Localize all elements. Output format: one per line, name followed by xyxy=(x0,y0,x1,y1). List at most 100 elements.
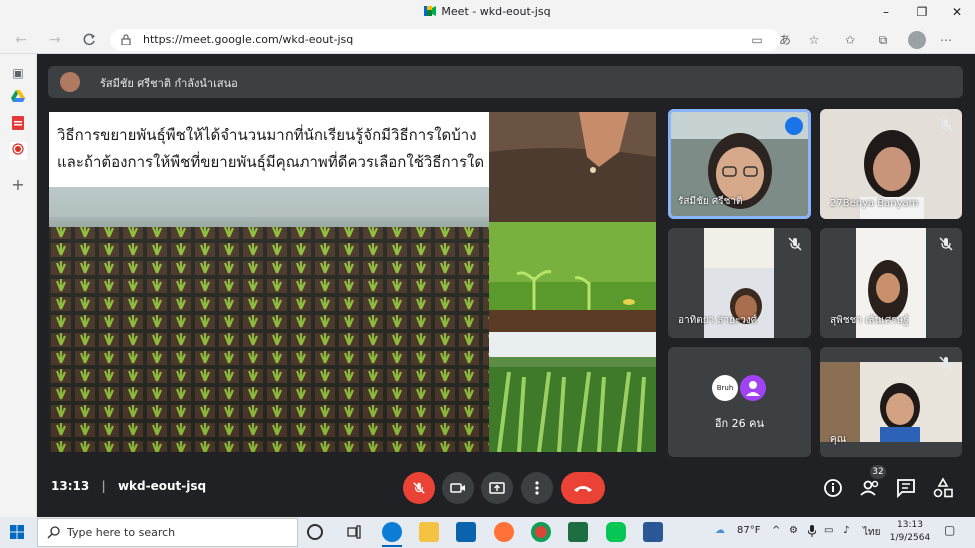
sowing-seeds-photo xyxy=(489,112,656,222)
screen: Meet - wkd-eout-jsq – ❐ ✕ ← → https://me… xyxy=(0,0,975,548)
more-options-button[interactable] xyxy=(521,472,553,504)
refresh-icon xyxy=(83,33,95,46)
clock-time: 13:13 xyxy=(897,520,923,530)
meet-logo-icon xyxy=(424,6,437,16)
presenter-text: รัสมีชัย ศรีชาติ กำลังนำเสนอ xyxy=(100,77,238,90)
back-button[interactable]: ← xyxy=(10,29,32,51)
mic-off-icon xyxy=(939,118,953,132)
weather-icon[interactable]: ☁ xyxy=(715,525,725,536)
refresh-button[interactable] xyxy=(78,29,100,51)
participant-name: อาทิตยา สายะวงศ์ xyxy=(678,315,758,326)
edge-active-indicator xyxy=(382,545,402,547)
mic-off-icon xyxy=(939,237,953,251)
close-window-button[interactable]: ✕ xyxy=(939,0,975,26)
firefox-icon[interactable] xyxy=(494,522,514,542)
forward-button[interactable]: → xyxy=(44,29,66,51)
window-title-wrap: Meet - wkd-eout-jsq xyxy=(0,5,975,18)
participant-name: รัสมีชัย ศรีชาติ xyxy=(678,196,743,207)
tab-actions-icon[interactable]: ▣ xyxy=(9,64,27,82)
add-favorite-icon[interactable]: ☆ xyxy=(805,31,823,49)
separator: | xyxy=(101,479,106,493)
collections-icon[interactable]: ⧉ xyxy=(874,31,892,49)
slide-line-1: วิธีการขยายพันธุ์พืชให้ได้จำนวนมากที่นัก… xyxy=(57,126,477,144)
sprouts-photo xyxy=(489,222,656,332)
camera-permission-icon[interactable]: ▭ xyxy=(748,31,766,49)
chat-icon[interactable] xyxy=(894,476,918,500)
input-language[interactable]: ไทย xyxy=(863,525,880,540)
battery-icon[interactable]: ▭ xyxy=(824,525,833,536)
others-count: อีก 26 คน xyxy=(714,417,765,430)
notifications-icon[interactable]: ▢ xyxy=(944,523,955,537)
avatar-bruh: Bruh xyxy=(712,375,738,401)
participant-tile-benya[interactable]: 27Benya Banyam xyxy=(820,109,962,219)
favorites-icon[interactable]: ✩ xyxy=(841,31,859,49)
search-icon xyxy=(47,526,60,539)
meet-area: รัสมีชัย ศรีชาติ กำลังนำเสนอ วิธีการขยาย… xyxy=(37,54,975,517)
participant-tile-self[interactable]: คุณ xyxy=(820,347,962,457)
clock-date: 1/9/2564 xyxy=(889,533,931,543)
translate-icon[interactable]: あ xyxy=(776,31,794,49)
people-icon[interactable] xyxy=(858,476,882,500)
hang-up-icon xyxy=(574,486,592,492)
participant-tile-presenter[interactable]: รัสมีชัย ศรีชาติ xyxy=(668,109,811,219)
lock-icon xyxy=(121,34,131,45)
avatar-other xyxy=(740,375,766,401)
meet-control-bar: 13:13 | wkd-eout-jsq 32 xyxy=(37,464,975,517)
mic-off-icon xyxy=(788,237,802,251)
participant-tile-supitcha[interactable]: สุพิชชา เส้นเศรษฐ์ xyxy=(820,228,962,338)
search-placeholder: Type here to search xyxy=(67,526,176,539)
file-explorer-icon[interactable] xyxy=(419,522,439,542)
more-vert-icon xyxy=(535,481,539,495)
crop-field-photo xyxy=(489,332,656,452)
address-bar[interactable]: https://meet.google.com/wkd-eout-jsq xyxy=(110,29,780,51)
end-call-button[interactable] xyxy=(561,472,605,504)
volume-icon[interactable]: ♪ xyxy=(843,525,849,536)
present-screen-button[interactable] xyxy=(481,472,513,504)
meeting-time: 13:13 xyxy=(51,479,90,493)
meet-tray-icon[interactable]: ⚙ xyxy=(789,525,798,536)
participant-tile-athitaya[interactable]: อาทิตยา สายะวงศ์ xyxy=(668,228,811,338)
task-view-icon[interactable] xyxy=(344,522,364,542)
maximize-button[interactable]: ❐ xyxy=(904,0,940,26)
windows-taskbar: Type here to search ☁ 87°F ^ ⚙ ▭ ♪ ไทย 1… xyxy=(0,517,975,548)
cortana-icon[interactable] xyxy=(307,524,323,540)
taskbar-search[interactable]: Type here to search xyxy=(37,518,298,547)
meeting-details-icon[interactable] xyxy=(821,476,845,500)
browser-sidebar: ▣ + xyxy=(0,54,37,517)
window-title: Meet - wkd-eout-jsq xyxy=(441,5,551,18)
taskbar-clock[interactable]: 13:13 1/9/2564 xyxy=(886,519,934,545)
record-icon[interactable] xyxy=(9,142,27,160)
minimize-button[interactable]: – xyxy=(868,0,904,26)
line-app-icon[interactable] xyxy=(606,522,626,542)
show-hidden-icons[interactable]: ^ xyxy=(772,525,780,536)
edge-app-icon[interactable] xyxy=(382,522,402,542)
excel-icon[interactable] xyxy=(568,522,588,542)
browser-title-bar: Meet - wkd-eout-jsq – ❐ ✕ xyxy=(0,0,975,26)
pdf-icon[interactable] xyxy=(9,116,27,134)
add-icon[interactable]: + xyxy=(9,176,27,194)
present-icon xyxy=(489,482,505,494)
microphone-tray-icon[interactable] xyxy=(807,525,817,540)
drive-icon[interactable] xyxy=(9,89,27,107)
activities-icon[interactable] xyxy=(931,476,955,500)
chrome-icon[interactable] xyxy=(531,522,551,542)
toggle-mic-button[interactable] xyxy=(403,472,435,504)
presenter-bar: รัสมีชัย ศรีชาติ กำลังนำเสนอ xyxy=(48,66,963,98)
profile-avatar[interactable] xyxy=(908,31,926,49)
toggle-camera-button[interactable] xyxy=(442,472,474,504)
meeting-info: 13:13 | wkd-eout-jsq xyxy=(51,479,206,493)
word-icon[interactable] xyxy=(643,522,663,542)
browser-toolbar: ← → https://meet.google.com/wkd-eout-jsq… xyxy=(0,26,975,54)
meeting-code: wkd-eout-jsq xyxy=(117,479,207,493)
windows-start-icon[interactable] xyxy=(10,525,24,539)
mail-icon[interactable] xyxy=(456,522,476,542)
participant-tile-others[interactable]: Bruh อีก 26 คน xyxy=(668,347,811,457)
mic-off-icon xyxy=(939,356,953,370)
url-text: https://meet.google.com/wkd-eout-jsq xyxy=(143,33,354,46)
presentation-slide: วิธีการขยายพันธุ์พืชให้ได้จำนวนมากที่นัก… xyxy=(49,112,656,452)
person-icon xyxy=(746,381,760,396)
participant-name: สุพิชชา เส้นเศรษฐ์ xyxy=(830,315,909,326)
weather-temp[interactable]: 87°F xyxy=(737,525,760,536)
mic-off-icon xyxy=(413,482,425,494)
more-menu-icon[interactable]: ⋯ xyxy=(937,31,955,49)
